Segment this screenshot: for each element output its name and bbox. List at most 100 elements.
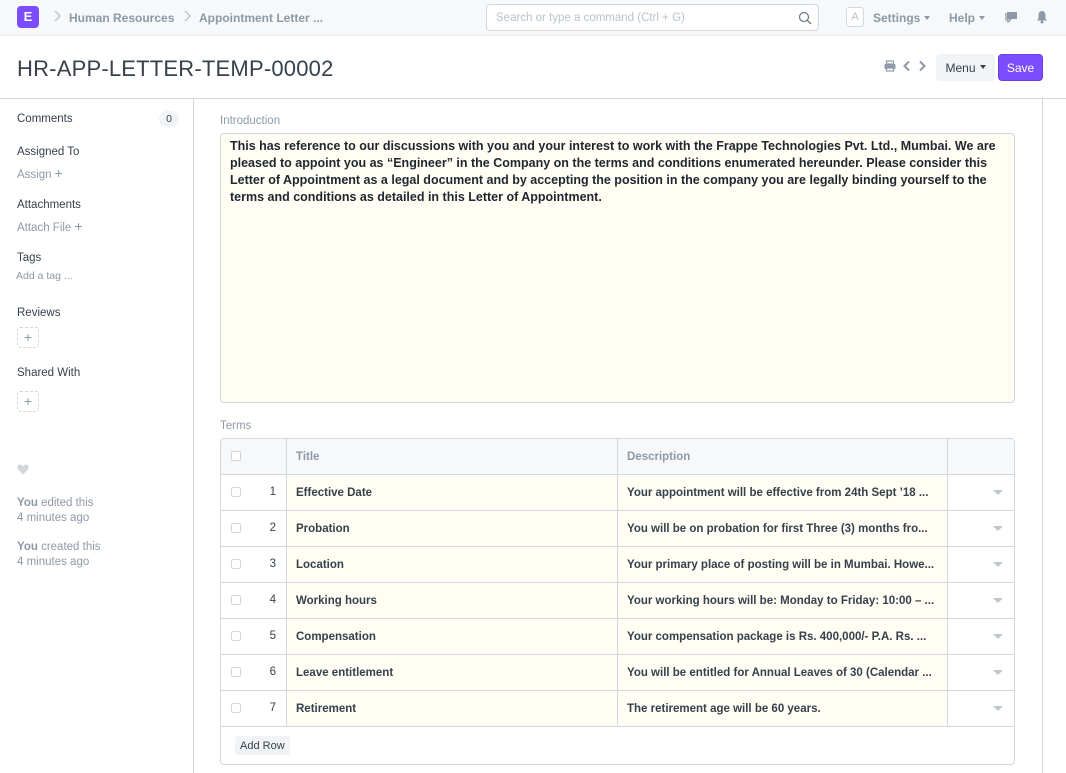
notification-bell-icon[interactable]: [1034, 9, 1050, 25]
breadcrumb-appointment-letter[interactable]: Appointment Letter ...: [199, 11, 323, 25]
page-title: HR-APP-LETTER-TEMP-00002: [17, 56, 334, 81]
breadcrumb-human-resources[interactable]: Human Resources: [69, 11, 174, 25]
activity-time: 4 minutes ago: [17, 556, 90, 568]
introduction-editor[interactable]: This has reference to our discussions wi…: [220, 133, 1015, 403]
plus-icon: +: [23, 329, 33, 345]
row-select-cell: 2: [221, 511, 287, 546]
app-logo[interactable]: E: [17, 6, 39, 28]
table-row[interactable]: 6 Leave entitlement You will be entitled…: [221, 655, 1014, 691]
row-select-cell: 3: [221, 547, 287, 582]
terms-label: Terms: [220, 420, 252, 432]
assign-link[interactable]: Assign +: [17, 165, 63, 181]
row-checkbox[interactable]: [231, 595, 241, 605]
row-title[interactable]: Location: [287, 547, 618, 582]
previous-record-icon[interactable]: [900, 59, 914, 73]
search-input[interactable]: [487, 5, 787, 30]
row-edit-cell: [948, 547, 1014, 582]
row-select-cell: 7: [221, 691, 287, 726]
attach-file-link[interactable]: Attach File +: [17, 218, 83, 234]
select-all-checkbox[interactable]: [231, 451, 241, 461]
row-expand-caret-icon[interactable]: [993, 634, 1003, 639]
like-heart-icon[interactable]: [17, 464, 29, 475]
row-checkbox[interactable]: [231, 487, 241, 497]
add-tag-input[interactable]: Add a tag ...: [16, 270, 73, 282]
menu-label: Menu: [945, 60, 976, 75]
add-review-button[interactable]: +: [17, 327, 39, 348]
row-expand-caret-icon[interactable]: [993, 562, 1003, 567]
table-row[interactable]: 7 Retirement The retirement age will be …: [221, 691, 1014, 727]
header-title: Title: [287, 439, 618, 474]
header-select-cell: [221, 439, 287, 474]
caret-down-icon: [979, 15, 986, 20]
caret-down-icon: [924, 15, 931, 20]
row-expand-caret-icon[interactable]: [993, 706, 1003, 711]
row-expand-caret-icon[interactable]: [993, 526, 1003, 531]
row-checkbox[interactable]: [231, 703, 241, 713]
table-row[interactable]: 5 Compensation Your compensation package…: [221, 619, 1014, 655]
row-title[interactable]: Retirement: [287, 691, 618, 726]
row-description[interactable]: Your primary place of posting will be in…: [618, 547, 948, 582]
row-select-cell: 5: [221, 619, 287, 654]
activity-action: created this: [37, 541, 101, 553]
row-title[interactable]: Effective Date: [287, 475, 618, 510]
row-checkbox[interactable]: [231, 631, 241, 641]
chevron-right-icon: [54, 10, 61, 22]
row-title[interactable]: Leave entitlement: [287, 655, 618, 690]
row-select-cell: 1: [221, 475, 287, 510]
row-title[interactable]: Working hours: [287, 583, 618, 618]
user-avatar[interactable]: A: [846, 7, 864, 27]
row-description[interactable]: Your compensation package is Rs. 400,000…: [618, 619, 948, 654]
caret-down-icon: [979, 65, 986, 70]
row-description[interactable]: You will be entitled for Annual Leaves o…: [618, 655, 948, 690]
chevron-right-icon: [184, 10, 191, 22]
form-main: Introduction This has reference to our d…: [195, 99, 1043, 773]
shared-with-label: Shared With: [17, 367, 81, 379]
add-share-button[interactable]: +: [17, 391, 39, 412]
table-footer: Add Row: [221, 727, 1014, 764]
row-description[interactable]: Your working hours will be: Monday to Fr…: [618, 583, 948, 618]
plus-icon: +: [23, 393, 33, 409]
row-checkbox[interactable]: [231, 559, 241, 569]
save-button[interactable]: Save: [998, 54, 1043, 81]
search-box: [486, 4, 819, 31]
row-select-cell: 4: [221, 583, 287, 618]
row-checkbox[interactable]: [231, 523, 241, 533]
row-index: 3: [269, 558, 276, 570]
plus-icon: +: [54, 165, 63, 181]
row-edit-cell: [948, 655, 1014, 690]
row-index: 4: [269, 594, 276, 606]
page-header: HR-APP-LETTER-TEMP-00002 Menu Save: [0, 37, 1066, 99]
row-edit-cell: [948, 619, 1014, 654]
row-checkbox[interactable]: [231, 667, 241, 677]
row-description[interactable]: Your appointment will be effective from …: [618, 475, 948, 510]
help-dropdown[interactable]: Help: [949, 11, 986, 25]
search-icon[interactable]: [798, 11, 812, 25]
activity-action: edited this: [37, 497, 94, 509]
table-row[interactable]: 1 Effective Date Your appointment will b…: [221, 475, 1014, 511]
table-header-row: Title Description: [221, 439, 1014, 475]
introduction-label: Introduction: [220, 115, 281, 127]
table-row[interactable]: 2 Probation You will be on probation for…: [221, 511, 1014, 547]
header-actions: [948, 439, 1014, 474]
row-expand-caret-icon[interactable]: [993, 598, 1003, 603]
print-icon[interactable]: [883, 59, 897, 73]
table-row[interactable]: 4 Working hours Your working hours will …: [221, 583, 1014, 619]
add-row-button[interactable]: Add Row: [235, 736, 290, 755]
chat-icon[interactable]: [1003, 9, 1019, 25]
row-index: 7: [269, 702, 276, 714]
menu-button[interactable]: Menu: [936, 54, 995, 81]
tags-label: Tags: [17, 252, 42, 264]
row-expand-caret-icon[interactable]: [993, 490, 1003, 495]
row-description[interactable]: You will be on probation for first Three…: [618, 511, 948, 546]
activity-actor: You: [17, 497, 38, 509]
row-title[interactable]: Probation: [287, 511, 618, 546]
attachments-label: Attachments: [17, 199, 81, 211]
row-index: 6: [269, 666, 276, 678]
row-title[interactable]: Compensation: [287, 619, 618, 654]
settings-dropdown[interactable]: Settings: [873, 11, 931, 25]
row-description[interactable]: The retirement age will be 60 years.: [618, 691, 948, 726]
next-record-icon[interactable]: [915, 59, 929, 73]
row-edit-cell: [948, 691, 1014, 726]
row-expand-caret-icon[interactable]: [993, 670, 1003, 675]
table-row[interactable]: 3 Location Your primary place of posting…: [221, 547, 1014, 583]
